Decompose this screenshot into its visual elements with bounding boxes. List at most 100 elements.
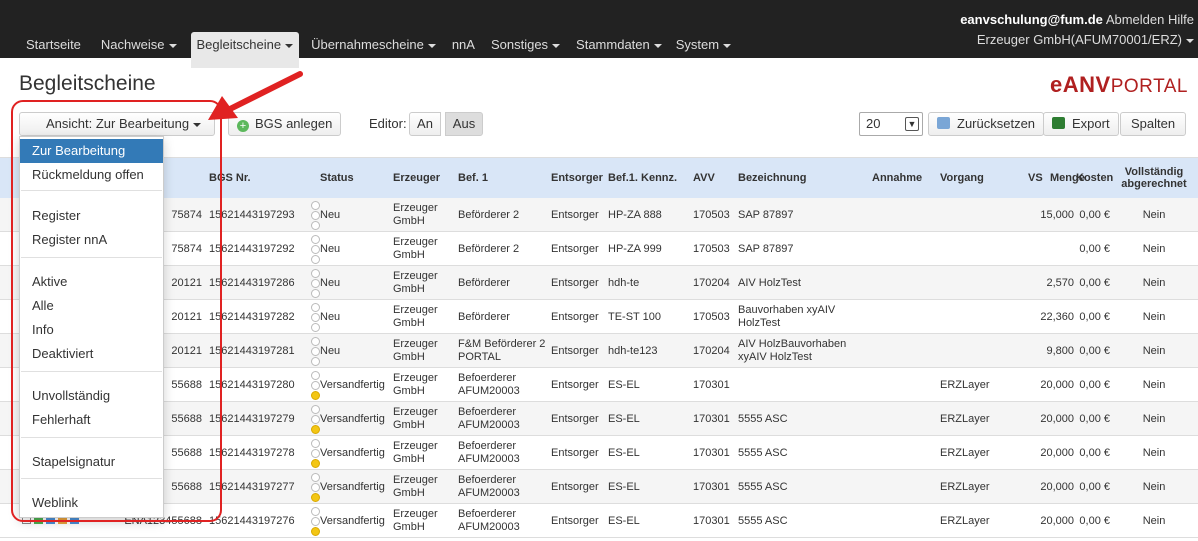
column-header[interactable]: AVV (693, 158, 715, 198)
nav-item-label: Übernahmescheine (311, 37, 424, 52)
reset-icon (937, 117, 950, 129)
column-header[interactable]: Annahme (872, 158, 922, 198)
cell-kosten: 0,00 € (1079, 412, 1110, 425)
reset-button[interactable]: Zurücksetzen (928, 112, 1045, 136)
status-light-icon (311, 371, 320, 400)
column-header[interactable]: Vorgang (940, 158, 984, 198)
cell-erzeuger: Erzeuger GmbH (393, 372, 438, 397)
cell-avv: 170301 (693, 412, 730, 425)
nav-item-system[interactable]: System (670, 32, 737, 58)
column-header[interactable]: Bef. 1 (458, 158, 488, 198)
cell-kennz: HP-ZA 888 (608, 208, 662, 221)
cell-bef1: Beförderer 2 (458, 242, 520, 255)
nav-item-begleitscheine[interactable]: Begleitscheine (190, 32, 300, 68)
cell-annahme (872, 368, 932, 402)
column-header[interactable]: Kosten (1076, 158, 1113, 198)
cell-bef1: Befoerderer AFUM20003 (458, 406, 520, 431)
cell-bgs: 15621443197281 (209, 344, 295, 357)
cell-avv: 170301 (693, 480, 730, 493)
cell-annahme (872, 402, 932, 436)
column-header[interactable]: Entsorger (551, 158, 603, 198)
cell-voll: Nein (1142, 480, 1166, 493)
page-size-select[interactable]: 20 ▼ (859, 112, 923, 136)
cell-bef1: Befoerderer AFUM20003 (458, 508, 520, 533)
column-header[interactable]: Erzeuger (393, 158, 440, 198)
help-link[interactable]: Hilfe (1168, 12, 1194, 27)
cell-erzeuger: Erzeuger GmbH (393, 474, 438, 499)
status-light-icon (311, 235, 320, 264)
nav-item-sonstiges[interactable]: Sonstiges (485, 32, 566, 58)
export-button[interactable]: Export (1043, 112, 1119, 136)
user-email[interactable]: eanvschulung@fum.de (960, 12, 1103, 27)
cell-bgs: 15621443197286 (209, 276, 295, 289)
editor-on-button[interactable]: An (409, 112, 441, 136)
cell-annahme (872, 300, 932, 334)
cell-menge: 20,000 (1040, 514, 1074, 527)
cell-status: Neu (320, 344, 341, 357)
cell-annahme (872, 504, 932, 538)
account-selector[interactable]: Erzeuger GmbH(AFUM70001/ERZ) (960, 30, 1194, 50)
status-light-icon (311, 507, 320, 536)
chevron-down-icon (427, 43, 436, 48)
cell-menge: 20,000 (1040, 446, 1074, 459)
column-header[interactable]: VS (1028, 158, 1043, 198)
cell-voll: Nein (1142, 276, 1166, 289)
cell-vorgang (940, 198, 1010, 232)
logout-link[interactable]: Abmelden (1106, 12, 1165, 27)
chevron-down-icon: ▼ (905, 117, 919, 131)
cell-kosten: 0,00 € (1079, 208, 1110, 221)
nav-item-label: Nachweise (100, 37, 165, 52)
cell-menge (1028, 232, 1074, 266)
column-header[interactable]: Bef.1. Kennz. (608, 158, 677, 198)
columns-button[interactable]: Spalten (1120, 112, 1186, 136)
editor-off-button[interactable]: Aus (445, 112, 483, 136)
column-header[interactable]: Status (320, 158, 354, 198)
cell-bgs: 15621443197280 (209, 378, 295, 391)
nav-item-nachweise[interactable]: Nachweise (95, 32, 183, 58)
status-light-icon (311, 439, 320, 468)
cell-avv: 170204 (693, 276, 730, 289)
cell-bez: SAP 87897 (738, 242, 794, 255)
nav-item-startseite[interactable]: Startseite (20, 32, 87, 58)
cell-kosten: 0,00 € (1079, 480, 1110, 493)
cell-avv: 170301 (693, 446, 730, 459)
cell-bez: 5555 ASC (738, 446, 788, 459)
cell-kosten: 0,00 € (1079, 310, 1110, 323)
cell-vorgang (940, 232, 1010, 266)
cell-status: Neu (320, 242, 341, 255)
cell-erzeuger: Erzeuger GmbH (393, 508, 438, 533)
cell-kosten: 0,00 € (1079, 276, 1110, 289)
editor-label: Editor: (369, 116, 407, 131)
cell-avv: 170301 (693, 378, 730, 391)
cell-status: Neu (320, 310, 341, 323)
cell-avv: 170503 (693, 310, 730, 323)
arrow-annotation (208, 71, 303, 120)
cell-kosten: 0,00 € (1079, 242, 1110, 255)
nav-item-nna[interactable]: nnA (446, 32, 481, 58)
column-header[interactable]: Bezeichnung (738, 158, 806, 198)
cell-menge: 15,000 (1040, 208, 1074, 221)
nav-item-stammdaten[interactable]: Stammdaten (570, 32, 668, 58)
cell-vorgang: ERZLayer (940, 514, 990, 527)
cell-bef1: Beförderer 2 (458, 208, 520, 221)
nav-item--bernahmescheine[interactable]: Übernahmescheine (305, 32, 442, 58)
cell-menge: 20,000 (1040, 412, 1074, 425)
logo-sub: PORTAL (1110, 76, 1188, 97)
cell-status: Versandfertig (320, 412, 385, 425)
cell-vorgang (940, 266, 1010, 300)
column-header[interactable]: Vollständig abgerechnet (1114, 158, 1194, 198)
cell-avv: 170503 (693, 208, 730, 221)
cell-erzeuger: Erzeuger GmbH (393, 440, 438, 465)
cell-erzeuger: Erzeuger GmbH (393, 270, 438, 295)
cell-bez: AIV HolzTest (738, 276, 801, 289)
chevron-down-icon (723, 43, 732, 48)
cell-annahme (872, 470, 932, 504)
cell-bgs: 15621443197293 (209, 208, 295, 221)
cell-voll: Nein (1142, 514, 1166, 527)
status-light-icon (311, 473, 320, 502)
cell-status: Versandfertig (320, 514, 385, 527)
status-light-icon (311, 269, 320, 298)
cell-erzeuger: Erzeuger GmbH (393, 338, 438, 363)
cell-bef1: Beförderer (458, 310, 510, 323)
cell-entsorger: Entsorger (551, 208, 599, 221)
